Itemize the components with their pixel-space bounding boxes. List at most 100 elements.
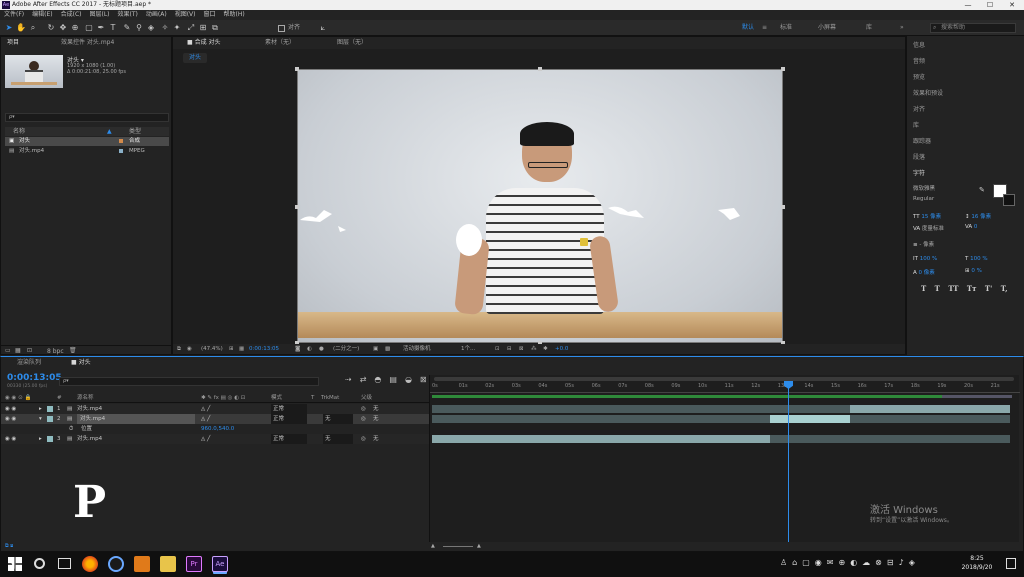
collapse-arrow-icon[interactable]: ▾ bbox=[39, 414, 42, 424]
layer-switches[interactable]: ◬ ╱ bbox=[201, 404, 210, 414]
visibility-icon[interactable]: ◉ ◉ bbox=[5, 434, 16, 444]
tab-footage[interactable]: 素材（无） bbox=[265, 37, 295, 49]
selection-tool-icon[interactable]: ➤ bbox=[4, 23, 14, 33]
layer-mode-select[interactable]: 正常 bbox=[271, 404, 307, 414]
tab-layer[interactable]: 图层（无） bbox=[337, 37, 367, 49]
panel-audio[interactable]: 音频 bbox=[913, 56, 925, 65]
flowchart-icon[interactable]: ⁂ bbox=[531, 344, 537, 354]
layer-bar-2[interactable] bbox=[770, 415, 850, 423]
minimize-button[interactable]: — bbox=[960, 0, 976, 10]
tab-effect-controls[interactable]: 效果控件 对头.mp4 bbox=[61, 37, 114, 49]
toggle-pixel-icon[interactable]: ⊡ bbox=[495, 344, 500, 354]
zoom-slider[interactable] bbox=[443, 546, 473, 547]
col-parent[interactable]: 父级 bbox=[361, 393, 372, 403]
visibility-icon[interactable]: ◉ ◉ bbox=[5, 414, 16, 424]
menu-help[interactable]: 帮助(H) bbox=[220, 10, 249, 20]
workspace-default[interactable]: 默认 bbox=[742, 23, 754, 33]
snap-checkbox[interactable] bbox=[278, 25, 285, 32]
menu-composition[interactable]: 合成(C) bbox=[57, 10, 86, 20]
pen-tool-icon[interactable]: ✒ bbox=[96, 23, 106, 33]
system-tray-icons[interactable]: ♙⌂▢◉✉⊕◐☁⊗⊟♪◈ bbox=[780, 558, 920, 567]
layer-switches[interactable]: ◬ ╱ bbox=[201, 414, 210, 424]
parent-select[interactable]: 无 bbox=[373, 404, 379, 414]
visibility-icon[interactable]: ◉ ◉ bbox=[5, 404, 16, 414]
cortana-icon[interactable] bbox=[34, 558, 45, 569]
task-view-icon[interactable] bbox=[58, 558, 71, 569]
maximize-button[interactable]: ☐ bbox=[982, 0, 998, 10]
pan-behind-tool-icon[interactable]: ⊕ bbox=[70, 23, 80, 33]
world-axis-icon[interactable]: ⊞ bbox=[198, 23, 208, 33]
notification-icon[interactable] bbox=[1006, 558, 1016, 569]
playhead-line[interactable] bbox=[788, 383, 789, 549]
panel-effects-presets[interactable]: 效果和预设 bbox=[913, 88, 943, 97]
expand-arrow-icon[interactable]: ▸ bbox=[39, 434, 42, 444]
fast-preview-icon[interactable]: ⊟ bbox=[507, 344, 512, 354]
file-explorer-icon[interactable] bbox=[160, 556, 176, 572]
panel-preview[interactable]: 预览 bbox=[913, 72, 925, 81]
fit-icon[interactable]: ⊞ bbox=[229, 344, 234, 354]
snap-option-icon[interactable]: ⟀ bbox=[318, 23, 328, 33]
property-row-position[interactable]: ⏱ 位置 960.0,540.0 bbox=[1, 424, 429, 434]
project-item-comp[interactable]: ▣ 对头 合成 bbox=[5, 137, 169, 146]
always-preview-icon[interactable]: ⧉ bbox=[177, 344, 181, 354]
parent-select[interactable]: 无 bbox=[373, 434, 379, 444]
start-icon[interactable] bbox=[8, 557, 22, 571]
clock-date[interactable]: 2018/9/20 bbox=[956, 564, 998, 571]
layer-row-3[interactable]: ◉ ◉ ▸ 3 ▤ 对头.mp4 ◬ ╱ 正常 无 ◎ 无 bbox=[1, 434, 429, 444]
col-type[interactable]: 类型 bbox=[129, 127, 141, 136]
sort-icon[interactable]: ▲ bbox=[107, 127, 112, 136]
snapshot-icon[interactable]: ◙ bbox=[295, 344, 300, 354]
position-value[interactable]: 960.0,540.0 bbox=[201, 424, 234, 434]
eyedropper-icon[interactable]: ✎ bbox=[979, 186, 985, 194]
parent-select[interactable]: 无 bbox=[373, 414, 379, 424]
tab-render-queue[interactable]: 渲染队列 bbox=[17, 357, 41, 369]
zoom-out-icon[interactable]: ▲ bbox=[431, 542, 435, 551]
baidu-netdisk-icon[interactable] bbox=[108, 556, 124, 572]
zoom-in-icon[interactable]: ▲ bbox=[477, 542, 481, 551]
trash-icon[interactable]: 🗑 bbox=[69, 347, 77, 354]
workspace-standard[interactable]: 标准 bbox=[780, 23, 792, 33]
menu-view[interactable]: 视图(V) bbox=[171, 10, 200, 20]
rotate-tool-icon[interactable]: ↻ bbox=[46, 23, 56, 33]
hand-tool-icon[interactable]: ✋ bbox=[16, 23, 26, 33]
new-comp-icon[interactable]: ⊡ bbox=[27, 347, 32, 354]
tab-timeline-comp[interactable]: ■ 对头 bbox=[71, 357, 91, 369]
menu-edit[interactable]: 编辑(E) bbox=[28, 10, 56, 20]
parent-pick-icon[interactable]: ◎ bbox=[361, 434, 366, 444]
comp-breadcrumb[interactable]: 对头 bbox=[183, 53, 208, 63]
label-color[interactable] bbox=[47, 416, 53, 422]
resolution-select[interactable]: (二分之一) bbox=[333, 344, 359, 354]
roto-brush-tool-icon[interactable]: ✧ bbox=[160, 23, 170, 33]
menu-file[interactable]: 文件(F) bbox=[0, 10, 28, 20]
timecode-display[interactable]: 0:00:13:05 bbox=[249, 344, 279, 354]
project-item-footage[interactable]: ▤ 对头.mp4 MPEG bbox=[5, 147, 169, 156]
camera-select[interactable]: 活动摄像机 bbox=[403, 344, 431, 354]
new-folder-icon[interactable]: ▦ bbox=[15, 347, 21, 354]
font-family-select[interactable]: 微软雅黑 bbox=[913, 184, 973, 192]
exposure-value[interactable]: +0.0 bbox=[555, 344, 568, 354]
zoom-select[interactable]: (47.4%) bbox=[201, 344, 223, 354]
show-channel-icon[interactable]: ◐ bbox=[307, 344, 312, 354]
trkmat-select[interactable]: 无 bbox=[323, 434, 353, 444]
timeline-icon[interactable]: ⊠ bbox=[519, 344, 524, 354]
layer-mode-select[interactable]: 正常 bbox=[271, 414, 307, 424]
tab-project[interactable]: 项目 bbox=[7, 37, 19, 49]
workspace-libraries[interactable]: 库 bbox=[866, 23, 872, 33]
layer-switches[interactable]: ◬ ╱ bbox=[201, 434, 210, 444]
time-navigator[interactable] bbox=[434, 377, 1014, 381]
stroke-color-swatch[interactable] bbox=[1003, 194, 1015, 206]
view-axis-icon[interactable]: ⧉ bbox=[210, 23, 220, 33]
clock-time[interactable]: 8:25 bbox=[962, 555, 992, 562]
views-select[interactable]: 1个... bbox=[461, 344, 475, 354]
comp-viewer[interactable] bbox=[297, 69, 783, 343]
brush-tool-icon[interactable]: ✎ bbox=[122, 23, 132, 33]
layer-row-2[interactable]: ◉ ◉ ▾ 2 ▤ 对头.mp4 ◬ ╱ 正常 无 ◎ 无 bbox=[1, 414, 429, 424]
av-switches-icons[interactable]: ◉ ◉ ⊙ 🔒 bbox=[5, 393, 31, 403]
layer-bar-3[interactable] bbox=[432, 435, 770, 443]
menu-layer[interactable]: 图层(L) bbox=[86, 10, 114, 20]
col-mode[interactable]: 模式 bbox=[271, 393, 282, 403]
interpret-footage-icon[interactable]: ▭ bbox=[5, 347, 11, 354]
transparency-grid-icon[interactable]: ▩ bbox=[385, 344, 390, 354]
zoom-tool-icon[interactable]: ⌕ bbox=[28, 23, 38, 33]
close-button[interactable]: ✕ bbox=[1004, 0, 1020, 10]
